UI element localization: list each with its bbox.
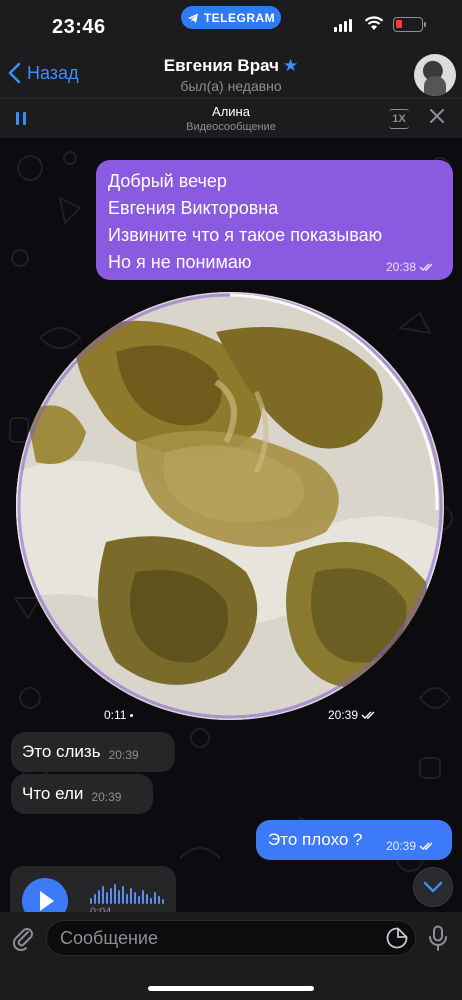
message-line: Извините что я такое показываю [108,225,383,245]
paperclip-icon[interactable] [12,925,34,951]
contact-name: Евгения Врач [163,56,279,75]
message-text: Это слизь [22,742,101,761]
waveform[interactable] [90,884,164,904]
media-player-bar: Алина Видеосообщение 1X [0,98,462,138]
telegram-indicator-pill[interactable]: TELEGRAM [181,6,281,29]
close-icon[interactable] [428,107,446,125]
unread-dot-icon [130,713,134,717]
chat-header: Назад Евгения Врач ★ был(а) недавно [0,52,462,98]
message-time: 20:38 [386,260,417,274]
incoming-message-bubble[interactable]: Это слизь 20:39 [11,732,175,772]
status-bar: 23:46 TELEGRAM [0,0,462,52]
double-check-icon [419,263,433,271]
avatar[interactable] [414,54,456,96]
scroll-down-button[interactable] [413,867,453,907]
star-icon: ★ [283,56,299,75]
home-indicator[interactable] [148,986,314,991]
contact-status: был(а) недавно [180,78,282,94]
microphone-icon[interactable] [428,925,448,951]
message-meta: 20:38 [386,260,434,274]
incoming-message-bubble[interactable]: Что ели 20:39 [11,774,153,814]
chat-title-area[interactable]: Евгения Врач ★ был(а) недавно [0,56,462,94]
message-input-bar: Сообщение [0,912,462,1000]
video-time-text: 20:39 [328,708,359,722]
outgoing-message-bubble[interactable]: Это плохо ? 20:39 [256,820,452,860]
message-input-placeholder: Сообщение [60,927,158,948]
telegram-indicator-label: TELEGRAM [203,10,276,25]
video-duration-text: 0:11 [104,708,127,722]
telegram-icon [187,13,198,23]
message-time: 20:39 [386,839,417,853]
battery-icon [393,17,426,32]
playback-speed-button[interactable]: 1X [389,109,409,129]
status-time: 23:46 [52,16,106,38]
sticker-icon[interactable] [386,927,408,949]
message-text: Это плохо ? [268,830,363,849]
video-time: 20:39 [328,708,376,722]
message-line: Евгения Викторовна [108,198,279,218]
double-check-icon [361,711,375,719]
chevron-down-icon [423,881,443,893]
video-progress-ring [17,293,443,719]
message-meta: 20:39 [386,839,434,853]
message-time: 20:39 [91,790,122,804]
outgoing-message-bubble[interactable]: Добрый вечер Евгения Викторовна Извините… [96,160,453,280]
message-text: Что ели [22,784,84,803]
cellular-signal-icon [334,19,352,32]
message-input[interactable]: Сообщение [46,920,416,956]
double-check-icon [419,842,433,850]
wifi-icon [364,16,384,30]
video-duration: 0:11 [104,708,134,722]
message-line: Добрый вечер [108,171,227,191]
message-time: 20:39 [108,748,139,762]
